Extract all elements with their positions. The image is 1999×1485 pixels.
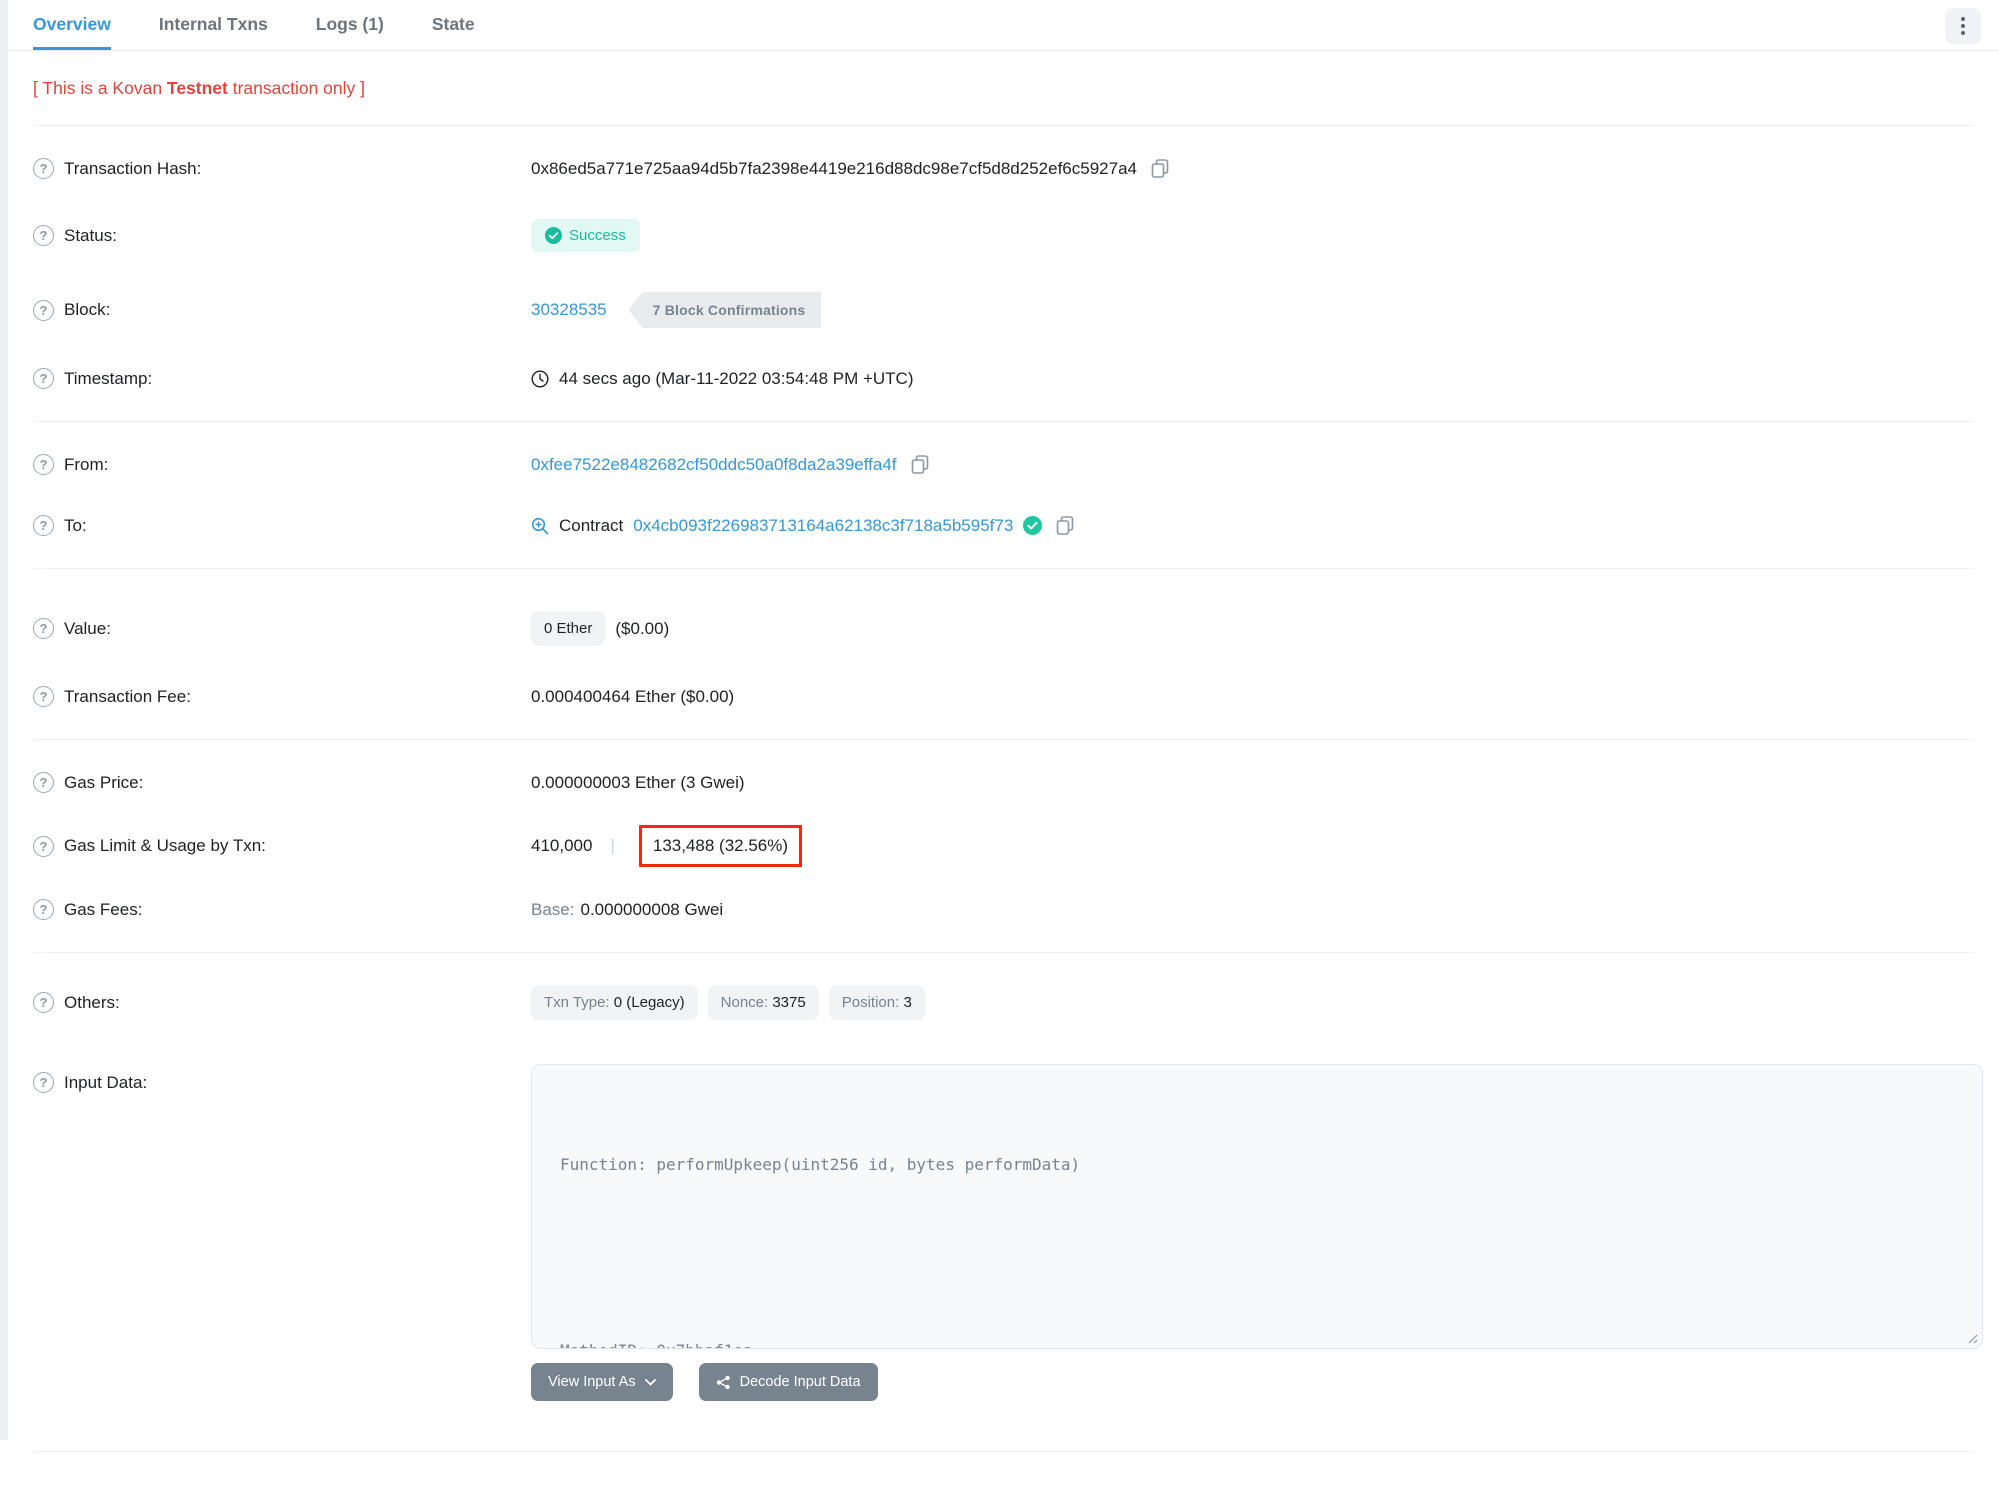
row-value: ? Value: 0 Ether ($0.00) <box>8 591 1999 666</box>
tab-state[interactable]: State <box>432 0 475 50</box>
help-icon[interactable]: ? <box>33 225 54 246</box>
row-block: ? Block: 30328535 7 Block Confirmations <box>8 272 1999 348</box>
status-text: Success <box>569 227 626 244</box>
view-input-as-label: View Input As <box>548 1374 636 1390</box>
input-methodid-line: MethodID: 0x7bbaf1ea <box>560 1335 1954 1348</box>
txn-type-badge: Txn Type: 0 (Legacy) <box>531 985 698 1020</box>
view-input-as-button[interactable]: View Input As <box>531 1363 673 1401</box>
tab-logs[interactable]: Logs (1) <box>316 0 384 50</box>
status-badge: Success <box>531 219 640 252</box>
timestamp-value: 44 secs ago (Mar-11-2022 03:54:48 PM +UT… <box>559 368 914 388</box>
row-timestamp: ? Timestamp: 44 secs ago (Mar-11-2022 03:… <box>8 348 1999 409</box>
value-amount-badge: 0 Ether <box>531 611 606 646</box>
row-others: ? Others: Txn Type: 0 (Legacy) Nonce: 337… <box>8 965 1999 1040</box>
help-icon[interactable]: ? <box>33 618 54 639</box>
copy-icon[interactable] <box>911 454 929 475</box>
transaction-hash-value: 0x86ed5a771e725aa94d5b7fa2398e4419e216d8… <box>531 158 1137 178</box>
transaction-detail-card: Overview Internal Txns Logs (1) State [ … <box>0 0 1999 1452</box>
field-label: Transaction Fee: <box>64 686 191 706</box>
help-icon[interactable]: ? <box>33 515 54 536</box>
to-contract-prefix: Contract <box>559 515 624 535</box>
field-label: From: <box>64 454 109 474</box>
row-transaction-fee: ? Transaction Fee: 0.000400464 Ether ($0.… <box>8 666 1999 727</box>
from-address-link[interactable]: 0xfee7522e8482682cf50ddc50a0f8da2a39effa… <box>531 455 897 475</box>
section-others: ? Others: Txn Type: 0 (Legacy) Nonce: 337… <box>8 953 1999 1433</box>
gas-price-value: 0.000000003 Ether (3 Gwei) <box>531 772 745 792</box>
field-label: Others: <box>64 992 120 1012</box>
field-label: Block: <box>64 300 111 319</box>
resize-grip-icon[interactable] <box>1964 1330 1978 1344</box>
base-fee-label: Base: <box>531 899 575 919</box>
help-icon[interactable]: ? <box>33 1072 54 1093</box>
field-label: Gas Price: <box>64 772 144 792</box>
help-icon[interactable]: ? <box>33 299 54 321</box>
decode-icon <box>716 1375 730 1389</box>
tab-overview[interactable]: Overview <box>33 0 111 50</box>
input-data-textarea[interactable]: Function: performUpkeep(uint256 id, byte… <box>531 1064 1983 1349</box>
check-circle-icon <box>545 227 562 244</box>
gas-usage-highlight: 133,488 (32.56%) <box>638 825 803 867</box>
field-label: Value: <box>64 618 111 638</box>
help-icon[interactable]: ? <box>33 686 54 707</box>
block-number-link[interactable]: 30328535 <box>531 300 607 320</box>
row-input-data: ? Input Data: Function: performUpkeep(uin… <box>8 1040 1999 1421</box>
help-icon[interactable]: ? <box>33 158 54 179</box>
input-function-line: Function: performUpkeep(uint256 id, byte… <box>560 1155 1081 1174</box>
field-label: Timestamp: <box>64 368 153 388</box>
row-gas-price: ? Gas Price: 0.000000003 Ether (3 Gwei) <box>8 752 1999 813</box>
magnifier-plus-icon[interactable] <box>531 517 549 535</box>
help-icon[interactable]: ? <box>33 992 54 1013</box>
row-transaction-hash: ? Transaction Hash: 0x86ed5a771e725aa94d5… <box>8 138 1999 199</box>
clock-icon <box>531 369 549 388</box>
field-label: Gas Fees: <box>64 899 143 919</box>
transaction-fee-value: 0.000400464 Ether ($0.00) <box>531 686 735 706</box>
section-value: ? Value: 0 Ether ($0.00) ? Transaction Fee… <box>8 569 1999 739</box>
help-icon[interactable]: ? <box>33 899 54 920</box>
help-icon[interactable]: ? <box>33 368 54 389</box>
field-label: Transaction Hash: <box>64 158 202 178</box>
chevron-down-icon <box>644 1378 656 1386</box>
help-icon[interactable]: ? <box>33 454 54 475</box>
copy-icon[interactable] <box>1151 158 1169 179</box>
help-icon[interactable]: ? <box>33 772 54 793</box>
copy-icon[interactable] <box>1056 515 1074 536</box>
block-confirmations-badge: 7 Block Confirmations <box>628 292 822 328</box>
pipe-separator: | <box>610 836 615 855</box>
tab-bar: Overview Internal Txns Logs (1) State <box>8 0 1999 51</box>
field-label: Status: <box>64 225 117 245</box>
gas-limit-value: 410,000 <box>531 836 593 855</box>
decode-input-data-button[interactable]: Decode Input Data <box>698 1363 878 1401</box>
decode-input-data-label: Decode Input Data <box>739 1374 861 1390</box>
field-label: Gas Limit & Usage by Txn: <box>64 836 266 855</box>
more-options-button[interactable] <box>1945 8 1981 44</box>
section-gas: ? Gas Price: 0.000000003 Ether (3 Gwei) ?… <box>8 740 1999 952</box>
row-status: ? Status: Success <box>8 199 1999 272</box>
verified-check-icon <box>1023 516 1043 535</box>
base-fee-value: 0.000000008 Gwei <box>580 899 724 919</box>
bottom-spacer <box>8 1452 1999 1485</box>
section-addresses: ? From: 0xfee7522e8482682cf50ddc50a0f8da2… <box>8 422 1999 568</box>
section-overview-top: ? Transaction Hash: 0x86ed5a771e725aa94d5… <box>8 126 1999 421</box>
help-icon[interactable]: ? <box>33 835 54 857</box>
row-to: ? To: Contract 0x4cb093f226983713164a6213… <box>8 495 1999 556</box>
nonce-badge: Nonce: 3375 <box>707 985 819 1020</box>
tab-internal-txns[interactable]: Internal Txns <box>159 0 268 50</box>
row-from: ? From: 0xfee7522e8482682cf50ddc50a0f8da2… <box>8 434 1999 495</box>
value-usd: ($0.00) <box>615 618 670 638</box>
vertical-dots-icon <box>1961 17 1965 35</box>
position-badge: Position: 3 <box>828 985 925 1020</box>
gas-usage-value: 133,488 (32.56%) <box>652 836 789 855</box>
to-address-link[interactable]: 0x4cb093f226983713164a62138c3f718a5b595f… <box>633 516 1013 536</box>
field-label: Input Data: <box>64 1072 148 1092</box>
row-gas-limit-usage: ? Gas Limit & Usage by Txn: 410,000 | 133… <box>8 813 1999 879</box>
row-gas-fees: ? Gas Fees: Base: 0.000000008 Gwei <box>8 879 1999 940</box>
field-label: To: <box>64 515 87 535</box>
testnet-notice: [ This is a Kovan Testnet transaction on… <box>33 78 366 98</box>
